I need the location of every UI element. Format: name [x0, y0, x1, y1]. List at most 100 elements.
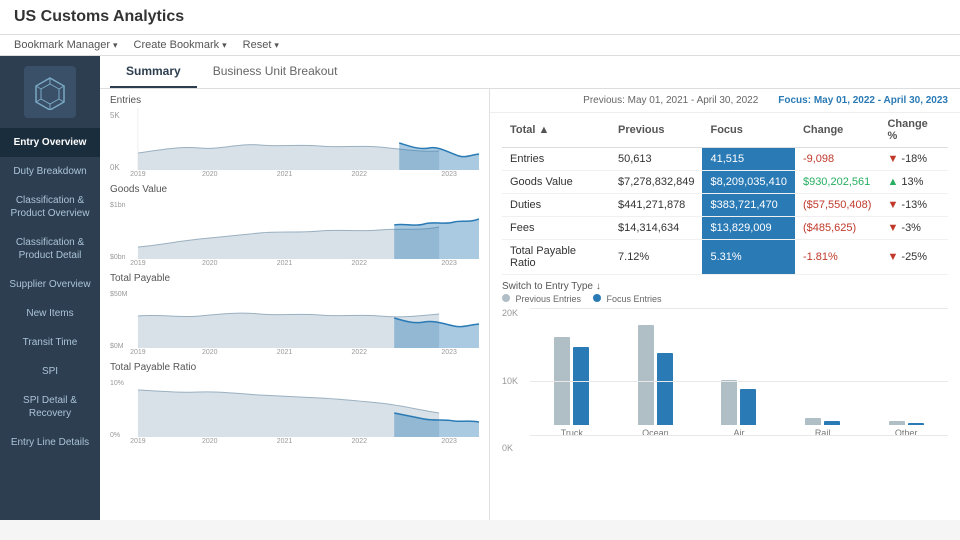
bar-group-rail: Rail	[781, 315, 865, 438]
change-value: -9,098	[795, 148, 880, 171]
previous-value: $441,271,878	[610, 194, 702, 217]
metric-label: Duties	[502, 194, 610, 217]
sidebar-item-duty-breakdown[interactable]: Duty Breakdown	[0, 157, 100, 186]
svg-text:2022: 2022	[352, 349, 368, 354]
legend-dot-previous	[502, 294, 510, 302]
create-bookmark-button[interactable]: Create Bookmark ▾	[134, 39, 227, 51]
chevron-down-icon: ▾	[274, 40, 279, 51]
date-range-row: Previous: May 01, 2021 - April 30, 2022 …	[490, 89, 960, 113]
sidebar-item-spi[interactable]: SPI	[0, 357, 100, 386]
goods-value-chart-area: $1bn $0bn 2019 2020 2021 2022 2023	[110, 197, 479, 265]
total-payable-chart-section: Total Payable $50M $0M 2019 2020 2021	[110, 273, 479, 354]
y-label-20k: 20K	[502, 308, 518, 318]
content-area: Summary Business Unit Breakout Entries 5…	[100, 56, 960, 520]
sidebar-item-transit-time[interactable]: Transit Time	[0, 328, 100, 357]
svg-text:2023: 2023	[441, 349, 457, 354]
sidebar-item-entry-line-details[interactable]: Entry Line Details	[0, 428, 100, 457]
svg-text:2019: 2019	[130, 438, 146, 443]
entries-chart-area: 5K 0K 2019 2020 2021 2022	[110, 108, 479, 176]
bar-chart-title: Switch to Entry Type ↓	[502, 281, 948, 292]
bar-label-ocean: Ocean	[642, 428, 669, 438]
svg-text:0K: 0K	[110, 163, 120, 172]
entries-chart-title: Entries	[110, 95, 479, 106]
svg-text:0%: 0%	[110, 432, 120, 439]
bar-group-air: Air	[697, 315, 781, 438]
svg-text:2021: 2021	[277, 438, 293, 443]
table-row: Duties $441,271,878 $383,721,470 ($57,55…	[502, 194, 948, 217]
total-payable-ratio-chart-title: Total Payable Ratio	[110, 362, 479, 373]
metric-label: Fees	[502, 217, 610, 240]
tabs-row: Summary Business Unit Breakout	[100, 56, 960, 89]
sidebar-item-entry-overview[interactable]: Entry Overview	[0, 128, 100, 157]
y-axis-labels: 20K 10K 0K	[502, 308, 518, 453]
bar-rail-focus	[824, 421, 840, 425]
bar-other-prev	[889, 421, 905, 425]
metric-label: Total Payable Ratio	[502, 240, 610, 275]
chevron-down-icon: ▾	[222, 40, 227, 51]
previous-value: $14,314,634	[610, 217, 702, 240]
entries-chart-section: Entries 5K 0K 2019	[110, 95, 479, 176]
grid-line-mid	[530, 381, 948, 382]
grid-line-bottom	[530, 435, 948, 436]
arrow-down-icon: ▼	[887, 153, 898, 165]
table-row: Fees $14,314,634 $13,829,009 ($485,625) …	[502, 217, 948, 240]
bar-label-truck: Truck	[561, 428, 583, 438]
total-payable-ratio-chart-area: 10% 0% 2019 2020 2021 2022 2023	[110, 375, 479, 443]
tab-business-unit-breakout[interactable]: Business Unit Breakout	[197, 56, 354, 88]
focus-value: $383,721,470	[702, 194, 794, 217]
focus-value: $13,829,009	[702, 217, 794, 240]
metric-label: Entries	[502, 148, 610, 171]
focus-value: $8,209,035,410	[702, 171, 794, 194]
bar-ocean-prev	[638, 325, 654, 425]
arrow-down-icon: ▼	[887, 251, 898, 263]
sidebar-item-supplier-overview[interactable]: Supplier Overview	[0, 270, 100, 299]
arrow-down-icon: ▼	[887, 199, 898, 211]
arrow-down-icon: ▼	[887, 222, 898, 234]
app-logo	[24, 66, 76, 118]
charts-panel: Entries 5K 0K 2019	[100, 89, 490, 520]
sidebar-item-new-items[interactable]: New Items	[0, 299, 100, 328]
tab-summary[interactable]: Summary	[110, 56, 197, 88]
svg-text:2021: 2021	[277, 171, 293, 176]
svg-text:2020: 2020	[202, 171, 218, 176]
svg-text:2022: 2022	[352, 438, 368, 443]
focus-date-range: Focus: May 01, 2022 - April 30, 2023	[778, 95, 948, 106]
change-pct-value: ▼ -13%	[879, 194, 948, 217]
goods-value-chart-title: Goods Value	[110, 184, 479, 195]
change-pct-value: ▲ 13%	[879, 171, 948, 194]
focus-value: 5.31%	[702, 240, 794, 275]
bar-other-focus	[908, 423, 924, 425]
change-value: -1.81%	[795, 240, 880, 275]
bookmark-manager-button[interactable]: Bookmark Manager ▾	[14, 39, 118, 51]
svg-text:2023: 2023	[441, 438, 457, 443]
sidebar-item-classification-product-detail[interactable]: Classification & Product Detail	[0, 228, 100, 270]
col-header-change-pct: Change %	[879, 113, 948, 148]
bar-truck-focus	[573, 347, 589, 425]
svg-text:$0bn: $0bn	[110, 254, 126, 261]
toolbar: Bookmark Manager ▾ Create Bookmark ▾ Res…	[0, 35, 960, 56]
split-view: Entries 5K 0K 2019	[100, 89, 960, 520]
bar-rail-prev	[805, 418, 821, 425]
svg-text:10%: 10%	[110, 380, 124, 387]
y-label-0k: 0K	[502, 443, 518, 453]
bar-air-focus	[740, 389, 756, 425]
svg-text:$50M: $50M	[110, 291, 128, 298]
metric-label: Goods Value	[502, 171, 610, 194]
bar-chart-legend: Previous Entries Focus Entries	[502, 294, 948, 304]
bar-label-other: Other	[895, 428, 918, 438]
svg-text:2019: 2019	[130, 171, 146, 176]
legend-previous: Previous Entries	[502, 294, 581, 304]
sidebar-item-classification-product-overview[interactable]: Classification & Product Overview	[0, 186, 100, 228]
change-value: $930,202,561	[795, 171, 880, 194]
reset-button[interactable]: Reset ▾	[243, 39, 279, 51]
app-title: US Customs Analytics	[14, 8, 184, 25]
svg-text:2022: 2022	[352, 260, 368, 265]
col-header-change: Change	[795, 113, 880, 148]
sidebar-item-spi-detail-recovery[interactable]: SPI Detail & Recovery	[0, 386, 100, 428]
bar-label-rail: Rail	[815, 428, 831, 438]
change-value: ($485,625)	[795, 217, 880, 240]
svg-text:5K: 5K	[110, 111, 120, 120]
bar-label-air: Air	[733, 428, 744, 438]
table-row: Total Payable Ratio 7.12% 5.31% -1.81% ▼…	[502, 240, 948, 275]
y-label-10k: 10K	[502, 376, 518, 386]
